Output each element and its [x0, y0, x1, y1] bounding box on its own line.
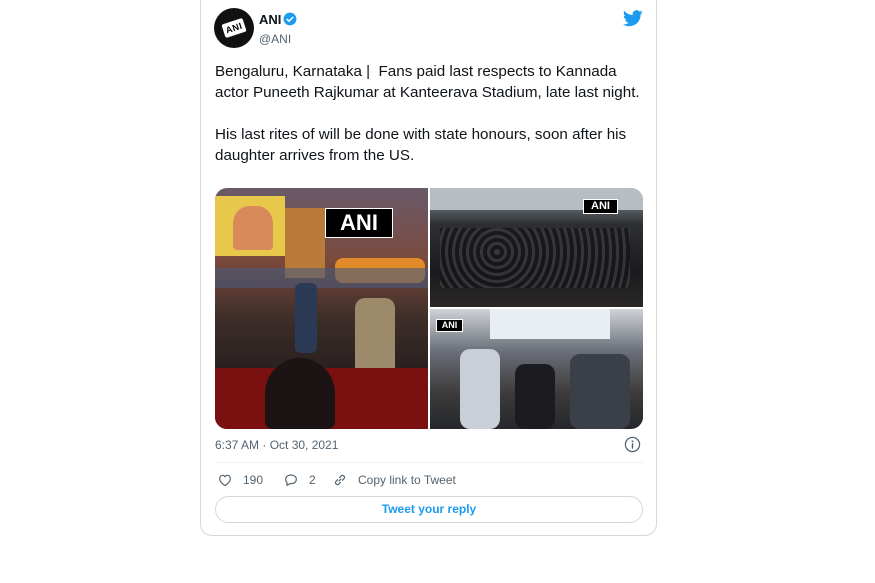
- heart-icon: [219, 474, 231, 487]
- like-button[interactable]: 190: [217, 470, 263, 490]
- author-handle[interactable]: @ANI: [259, 32, 291, 46]
- ani-watermark: ANI: [583, 199, 618, 214]
- verified-icon: [283, 12, 297, 26]
- tweet-timestamp[interactable]: 6:37 AM · Oct 30, 2021: [215, 438, 338, 452]
- author-name[interactable]: ANI: [259, 12, 281, 27]
- copy-link-button[interactable]: Copy link to Tweet: [332, 470, 456, 490]
- media-photo-crowd[interactable]: ANI: [430, 188, 643, 307]
- info-icon[interactable]: [624, 436, 641, 453]
- tweet-paragraph-2: His last rites of will be done with stat…: [215, 126, 631, 164]
- like-count: 190: [243, 473, 264, 487]
- media-photo-stage[interactable]: ANI: [215, 188, 428, 429]
- ani-watermark: ANI: [325, 208, 393, 238]
- copy-link-label: Copy link to Tweet: [358, 473, 456, 487]
- tweet-your-reply-button[interactable]: Tweet your reply: [215, 496, 643, 523]
- media-grid: ANI ANI ANI: [215, 188, 643, 429]
- reply-bubble-icon: [285, 474, 297, 486]
- tweet-card: ANI ANI @ANI Bengaluru, Karnataka | Fans…: [200, 0, 657, 536]
- tweet-paragraph-1: Bengaluru, Karnataka | Fans paid last re…: [215, 63, 640, 101]
- media-photo-gathering[interactable]: ANI: [430, 309, 643, 429]
- twitter-bird-icon[interactable]: [623, 10, 643, 27]
- avatar-logo-text: ANI: [224, 20, 244, 36]
- link-icon: [334, 474, 346, 486]
- reply-button[interactable]: 2: [283, 470, 316, 490]
- tweet-text: Bengaluru, Karnataka | Fans paid last re…: [215, 61, 645, 166]
- divider: [215, 462, 643, 463]
- avatar[interactable]: ANI: [214, 8, 254, 48]
- reply-count: 2: [309, 473, 316, 487]
- ani-watermark: ANI: [436, 319, 463, 332]
